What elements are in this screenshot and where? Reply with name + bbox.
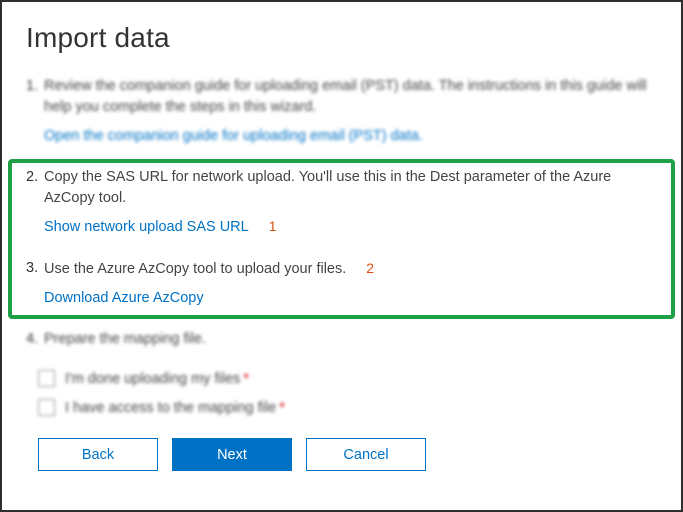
cancel-button[interactable]: Cancel bbox=[306, 438, 426, 471]
steps-list: 1. Review the companion guide for upload… bbox=[26, 76, 657, 350]
step-text: Copy the SAS URL for network upload. You… bbox=[44, 169, 611, 206]
step-4: 4. Prepare the mapping file. bbox=[26, 329, 657, 350]
companion-guide-link[interactable]: Open the companion guide for uploading e… bbox=[44, 126, 423, 147]
step-text: Use the Azure AzCopy tool to upload your… bbox=[44, 261, 346, 277]
step-3: 3. Use the Azure AzCopy tool to upload y… bbox=[26, 258, 657, 309]
done-uploading-checkbox[interactable] bbox=[38, 370, 55, 387]
step-text: Prepare the mapping file. bbox=[44, 331, 206, 347]
callout-badge-2: 2 bbox=[366, 260, 374, 276]
callout-badge-1: 1 bbox=[269, 218, 277, 234]
done-uploading-row: I'm done uploading my files * bbox=[38, 370, 657, 387]
step-number: 1. bbox=[26, 76, 38, 97]
step-text: Review the companion guide for uploading… bbox=[44, 78, 647, 115]
step-number: 4. bbox=[26, 329, 38, 350]
have-mapping-checkbox[interactable] bbox=[38, 399, 55, 416]
have-mapping-row: I have access to the mapping file * bbox=[38, 399, 657, 416]
required-indicator: * bbox=[243, 371, 249, 387]
button-row: Back Next Cancel bbox=[38, 438, 657, 471]
checkbox-label: I'm done uploading my files bbox=[65, 371, 240, 387]
step-number: 2. bbox=[26, 167, 38, 188]
checkbox-label: I have access to the mapping file bbox=[65, 400, 276, 416]
download-azcopy-link[interactable]: Download Azure AzCopy bbox=[44, 288, 204, 309]
step-number: 3. bbox=[26, 258, 38, 279]
step-2: 2. Copy the SAS URL for network upload. … bbox=[26, 167, 657, 238]
show-sas-url-link[interactable]: Show network upload SAS URL bbox=[44, 217, 249, 238]
next-button[interactable]: Next bbox=[172, 438, 292, 471]
step-1: 1. Review the companion guide for upload… bbox=[26, 76, 657, 147]
back-button[interactable]: Back bbox=[38, 438, 158, 471]
checkbox-group: I'm done uploading my files * I have acc… bbox=[26, 370, 657, 416]
required-indicator: * bbox=[279, 400, 285, 416]
page-title: Import data bbox=[26, 22, 657, 54]
